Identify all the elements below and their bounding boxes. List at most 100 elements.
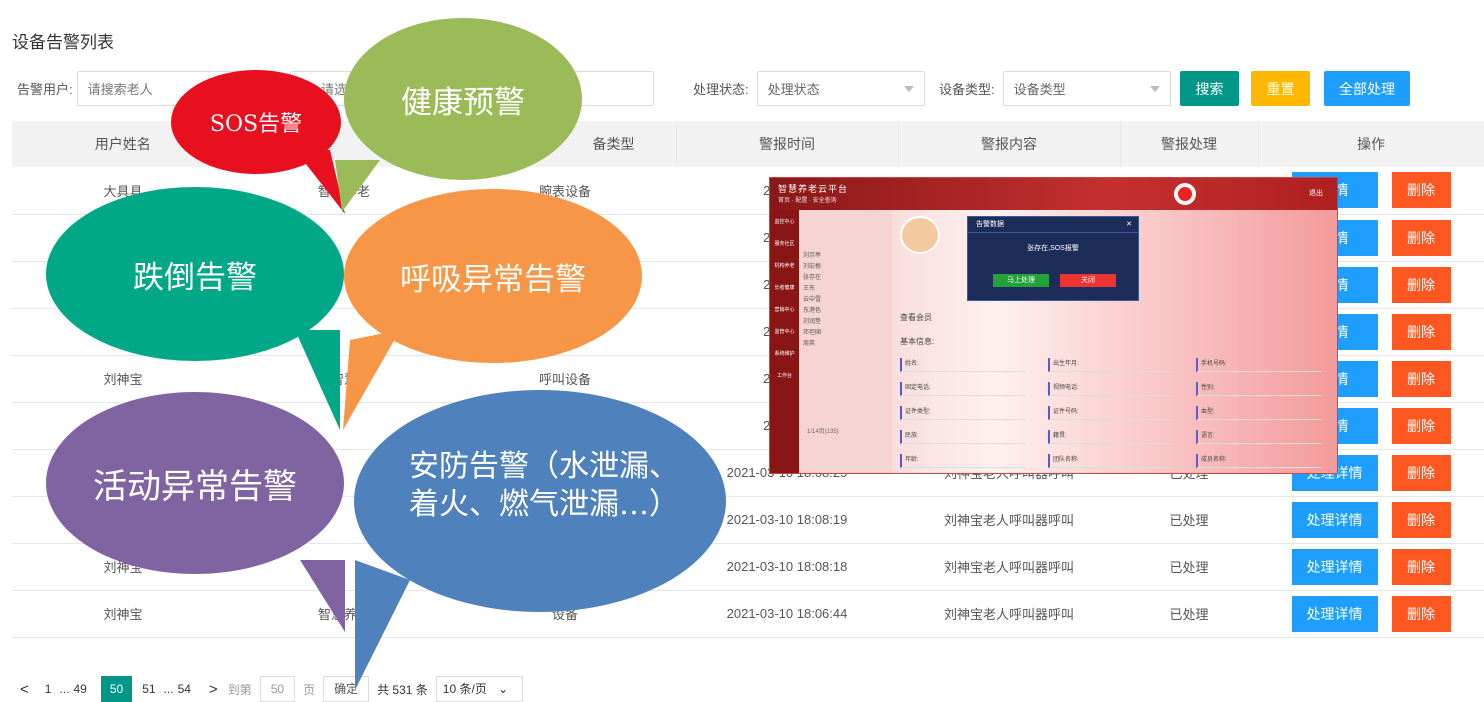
chevron-down-icon: ⌄ — [498, 682, 509, 696]
col-operations: 操作 — [1258, 121, 1484, 167]
chevron-down-icon — [903, 86, 914, 92]
screenshot-sidebar-item[interactable]: 营销中心 — [771, 306, 798, 313]
screenshot-member-item[interactable]: 刘宏根 — [803, 261, 821, 270]
cell-platform: 智慧 — [234, 355, 454, 403]
page-54[interactable]: 54 — [178, 682, 191, 696]
screenshot-sidebar-item[interactable]: 监控中心 — [771, 218, 798, 225]
process-all-button[interactable]: 全部处理 — [1324, 71, 1410, 106]
page-title: 设备告警列表 — [12, 33, 114, 52]
app-logo-icon — [1174, 183, 1196, 205]
process-detail-button[interactable]: 处理详情 — [1291, 501, 1378, 538]
screenshot-field-label: 手机号码: — [1196, 358, 1321, 372]
delete-button[interactable]: 删除 — [1391, 501, 1451, 538]
delete-button[interactable]: 删除 — [1391, 313, 1451, 350]
type-filter: 设备类型: 设备类型 — [939, 71, 1171, 106]
basic-info-label: 基本信息: — [900, 337, 935, 346]
status-select[interactable]: 处理状态 — [756, 71, 925, 106]
page-current[interactable]: 50 — [100, 676, 133, 702]
health-bubble: 健康预警 — [344, 18, 582, 180]
delete-button[interactable]: 删除 — [1391, 454, 1451, 491]
screenshot-subtitle: 首页 · 配置 · 安全查询 — [778, 198, 837, 204]
screenshot-sidebar: 监控中心服务社区机构养老长者健康营销中心监管中心系统维护工作台 — [770, 210, 799, 473]
page-word: 页 — [303, 682, 316, 697]
screenshot-sidebar-item[interactable]: 系统维护 — [771, 350, 798, 357]
col-alarm-status: 警报处理 — [1120, 121, 1259, 167]
logout-link[interactable]: 退出 — [1309, 188, 1323, 198]
screenshot-sidebar-item[interactable]: 机构养老 — [771, 262, 798, 269]
screenshot-field-label: 视频电话: — [1048, 382, 1173, 396]
search-button[interactable]: 搜索 — [1180, 71, 1239, 106]
next-page-icon[interactable]: > — [209, 681, 218, 698]
col-alarm-content: 警报内容 — [898, 121, 1121, 167]
cell-alarm-status: 已处理 — [1120, 590, 1258, 638]
screenshot-member-item[interactable]: 东港色 — [803, 305, 821, 314]
close-icon[interactable]: ✕ — [1126, 217, 1132, 233]
user-filter-label: 告警用户: — [17, 82, 73, 97]
modal-message: 张存在,SOS报警 — [1027, 245, 1079, 252]
screenshot-pager: 1/14页(135) — [807, 429, 839, 435]
delete-button[interactable]: 删除 — [1391, 360, 1451, 397]
status-select-value: 处理状态 — [767, 82, 820, 97]
cell-alarm-content: 刘神宝老人呼叫器呼叫 — [898, 496, 1120, 544]
cell-alarm-status: 已处理 — [1120, 543, 1258, 591]
screenshot-field-label: 年龄: — [900, 454, 1025, 468]
screenshot-header: 智慧养老云平台 首页 · 配置 · 安全查询 退出 — [770, 178, 1337, 210]
cell-alarm-content: 刘神宝老人呼叫器呼叫 — [898, 543, 1120, 591]
modal-close-button[interactable]: 关闭 — [1060, 274, 1116, 287]
type-select[interactable]: 设备类型 — [1002, 71, 1171, 106]
screenshot-field-label: 出生年月: — [1048, 358, 1173, 372]
page-51[interactable]: 51 — [142, 682, 155, 696]
cell-alarm-time: 2021-03-10 18:08:18 — [676, 543, 898, 591]
delete-button[interactable]: 删除 — [1391, 266, 1451, 303]
process-detail-button[interactable]: 处理详情 — [1291, 548, 1378, 585]
status-filter: 处理状态: 处理状态 — [693, 71, 925, 106]
activity-bubble-label: 活动异常告警 — [93, 466, 297, 507]
page-size-select[interactable]: 10 条/页 ⌄ — [435, 676, 524, 702]
screenshot-sidebar-item[interactable]: 长者健康 — [771, 284, 798, 291]
health-bubble-label: 健康预警 — [401, 84, 525, 121]
col-alarm-time: 警报时间 — [676, 121, 899, 167]
security-bubble-line1: 安防告警（水泄漏、 — [409, 449, 679, 484]
screenshot-member-item[interactable]: 刘示亭 — [803, 250, 821, 259]
modal-handle-button[interactable]: 马上处理 — [993, 274, 1049, 287]
cell-operations: 处理详情删除 — [1258, 543, 1484, 591]
delete-button[interactable]: 删除 — [1391, 595, 1451, 632]
screenshot-field-label: 成员名称: — [1196, 454, 1321, 468]
screenshot-field-label: 民族: — [900, 430, 1025, 444]
security-bubble-line2: 着火、燃气泄漏…） — [409, 487, 679, 522]
screenshot-sidebar-item[interactable]: 服务社区 — [771, 240, 798, 247]
screenshot-field-label: 证件号码: — [1048, 406, 1173, 420]
delete-button[interactable]: 删除 — [1391, 172, 1451, 209]
delete-button[interactable]: 删除 — [1391, 548, 1451, 585]
page-ellipsis: ... — [163, 682, 174, 696]
breath-bubble: 呼吸异常告警 — [344, 189, 642, 363]
user-search-placeholder: 请搜索老人 — [87, 82, 153, 97]
reset-button[interactable]: 重置 — [1251, 71, 1310, 106]
cell-operations: 处理详情删除 — [1258, 590, 1484, 638]
screenshot-member-item[interactable]: 刘润垫 — [803, 316, 821, 325]
page-49[interactable]: 49 — [73, 682, 86, 696]
cell-alarm-time: 2021-03-10 18:06:44 — [676, 590, 898, 638]
page-1[interactable]: 1 — [45, 682, 52, 696]
pagination: < 1 ... 49 50 51 ... 54 > 到第 50 页 确定 共 5… — [20, 676, 531, 702]
activity-bubble: 活动异常告警 — [46, 392, 344, 574]
screenshot-sidebar-item[interactable]: 监管中心 — [771, 328, 798, 335]
screenshot-field-label: 血型: — [1196, 406, 1321, 420]
delete-button[interactable]: 删除 — [1391, 219, 1451, 256]
screenshot-member-item[interactable]: 云中雪 — [803, 294, 821, 303]
delete-button[interactable]: 删除 — [1391, 407, 1451, 444]
screenshot-member-item[interactable]: 王东 — [803, 283, 815, 292]
screenshot-field-label: 固定电话: — [900, 382, 1025, 396]
cell-operations: 处理详情删除 — [1258, 496, 1484, 544]
screenshot-sidebar-item[interactable]: 工作台 — [771, 372, 798, 379]
prev-page-icon[interactable]: < — [20, 681, 29, 698]
goto-confirm-button[interactable]: 确定 — [323, 676, 370, 702]
process-detail-button[interactable]: 处理详情 — [1291, 595, 1378, 632]
screenshot-field-label: 团队名称: — [1048, 454, 1173, 468]
fall-bubble-label: 跌倒告警 — [133, 259, 257, 296]
screenshot-field-label: 籍贯: — [1048, 430, 1173, 444]
screenshot-member-item[interactable]: 张存在 — [803, 272, 821, 281]
screenshot-member-item[interactable]: 邓坦国 — [803, 327, 821, 336]
goto-page-input[interactable]: 50 — [259, 676, 296, 702]
screenshot-member-item[interactable]: 周英 — [803, 338, 815, 347]
